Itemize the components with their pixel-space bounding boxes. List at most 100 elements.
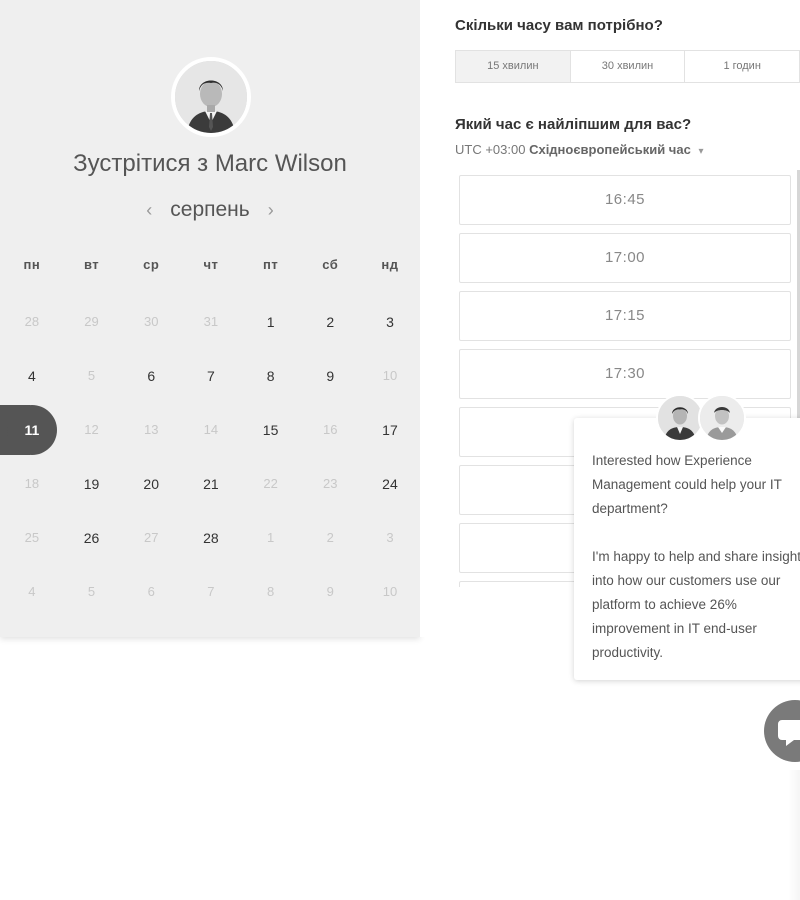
calendar-day-number: 31: [203, 314, 219, 329]
duration-option-60[interactable]: 1 годин: [685, 51, 800, 82]
calendar-day: 23: [300, 464, 360, 504]
calendar-day-number: 4: [28, 584, 36, 599]
chat-message-line: I'm happy to help and share insight into…: [592, 549, 800, 660]
calendar-week-row: 4 5 6 7 8 9 10: [2, 356, 420, 396]
time-slot[interactable]: 16:45: [459, 175, 791, 225]
calendar-day-number: 8: [266, 368, 275, 384]
meeting-title-prefix: Зустрітися з: [73, 150, 209, 177]
host-name: Marc Wilson: [214, 150, 347, 177]
weekday-label: сб: [322, 257, 339, 272]
calendar-day: 1: [241, 518, 301, 558]
calendar-day-number: 3: [386, 314, 394, 330]
month-navigation: ‹ серпень ›: [0, 198, 420, 222]
calendar-week-row: 18 19 20 21 22 23 24: [2, 464, 420, 504]
calendar-day[interactable]: 2: [300, 302, 360, 342]
calendar-day-number: 13: [143, 422, 159, 437]
chat-message-line: Interested how Experience Management cou…: [592, 453, 782, 516]
next-month-icon[interactable]: ›: [264, 200, 278, 221]
month-label: серпень: [170, 198, 250, 221]
calendar-day[interactable]: 1: [241, 302, 301, 342]
calendar-day[interactable]: 4: [2, 356, 62, 396]
calendar-day: 25: [2, 518, 62, 558]
calendar-day: 2: [300, 518, 360, 558]
calendar-day-number: 10: [382, 584, 398, 599]
calendar-week-row: 11 12 13 14 15 16 17: [0, 405, 420, 455]
time-slot[interactable]: 17:30: [459, 349, 791, 399]
calendar-day-number: 7: [207, 368, 215, 384]
calendar-day: 3: [360, 518, 420, 558]
calendar-day[interactable]: 26: [62, 518, 122, 558]
weekday-label: пт: [262, 257, 279, 272]
calendar-day: 5: [62, 356, 122, 396]
calendar-day: 27: [121, 518, 181, 558]
calendar-day[interactable]: 28: [181, 518, 241, 558]
calendar-day: 4: [2, 572, 62, 612]
calendar-day: 18: [2, 464, 62, 504]
calendar-day[interactable]: 3: [360, 302, 420, 342]
calendar-day[interactable]: 9: [300, 356, 360, 396]
calendar-day-number: 28: [203, 530, 219, 546]
calendar-week-row: 28 29 30 31 1 2 3: [2, 302, 420, 342]
calendar-day-number: 19: [83, 476, 100, 492]
page-edge-shadow: [788, 770, 800, 900]
calendar-day[interactable]: 7: [181, 356, 241, 396]
calendar-day: 8: [241, 572, 301, 612]
chat-bubble-icon: [778, 720, 800, 746]
timezone-offset: UTC +03:00: [455, 142, 526, 157]
calendar-day: 5: [62, 572, 122, 612]
calendar-day-number: 5: [87, 584, 96, 599]
calendar-day-number: 4: [27, 368, 36, 384]
time-slot[interactable]: 17:00: [459, 233, 791, 283]
calendar-day: 9: [300, 572, 360, 612]
calendar-day: 7: [181, 572, 241, 612]
calendar-day[interactable]: 24: [360, 464, 420, 504]
calendar-day[interactable]: 20: [121, 464, 181, 504]
calendar-day-number: 11: [6, 405, 57, 455]
chevron-down-icon: ▾: [698, 146, 704, 157]
calendar-day-number: 16: [323, 422, 338, 437]
duration-question: Скільки часу вам потрібно?: [455, 17, 663, 34]
meeting-title: Зустрітися з Marc Wilson: [0, 150, 420, 178]
calendar-day-number: 20: [143, 476, 159, 492]
calendar-day-number: 9: [326, 584, 334, 599]
duration-option-15[interactable]: 15 хвилин: [456, 51, 571, 82]
chat-agent-avatars: [656, 394, 748, 444]
calendar-day-number: 1: [266, 530, 275, 545]
calendar-day[interactable]: 6: [121, 356, 181, 396]
chat-agent-avatar: [656, 394, 704, 442]
calendar-day-number: 1: [266, 314, 275, 330]
calendar-day-number: 8: [266, 584, 275, 599]
calendar-day[interactable]: 8: [241, 356, 301, 396]
calendar-day: 6: [121, 572, 181, 612]
calendar-day[interactable]: 15: [241, 410, 301, 450]
calendar-day-number: 25: [24, 530, 40, 545]
calendar-day-number: 15: [262, 422, 279, 438]
calendar-day[interactable]: 19: [62, 464, 122, 504]
chat-launcher-button[interactable]: [764, 700, 800, 762]
calendar-day: 29: [62, 302, 122, 342]
prev-month-icon[interactable]: ‹: [142, 200, 156, 221]
calendar-day: 16: [300, 410, 360, 450]
calendar-day-number: 22: [263, 476, 278, 491]
timezone-selector[interactable]: UTC +03:00 Східноєвропейський час ▾: [455, 142, 703, 157]
calendar-day-selected[interactable]: 11: [0, 405, 62, 455]
calendar-day-number: 26: [83, 530, 100, 546]
calendar-day: 12: [62, 410, 122, 450]
chat-popup[interactable]: Interested how Experience Management cou…: [574, 418, 800, 680]
calendar-day-number: 7: [207, 584, 215, 599]
calendar-day: 10: [360, 572, 420, 612]
calendar-day[interactable]: 17: [360, 410, 420, 450]
timezone-name: Східноєвропейський час: [529, 142, 691, 157]
calendar-day-number: 6: [147, 368, 156, 384]
chat-message: Interested how Experience Management cou…: [592, 449, 800, 689]
calendar-day[interactable]: 21: [181, 464, 241, 504]
calendar-panel: Зустрітися з Marc Wilson ‹ серпень › пн …: [0, 0, 420, 637]
time-slot[interactable]: 17:15: [459, 291, 791, 341]
calendar-week-row: 4 5 6 7 8 9 10: [2, 572, 420, 612]
calendar-day: 31: [181, 302, 241, 342]
calendar-day-number: 3: [386, 530, 394, 545]
calendar-day-number: 17: [382, 422, 398, 438]
weekday-label: вт: [83, 257, 100, 272]
duration-option-30[interactable]: 30 хвилин: [571, 51, 686, 82]
calendar-day-number: 10: [382, 368, 398, 383]
